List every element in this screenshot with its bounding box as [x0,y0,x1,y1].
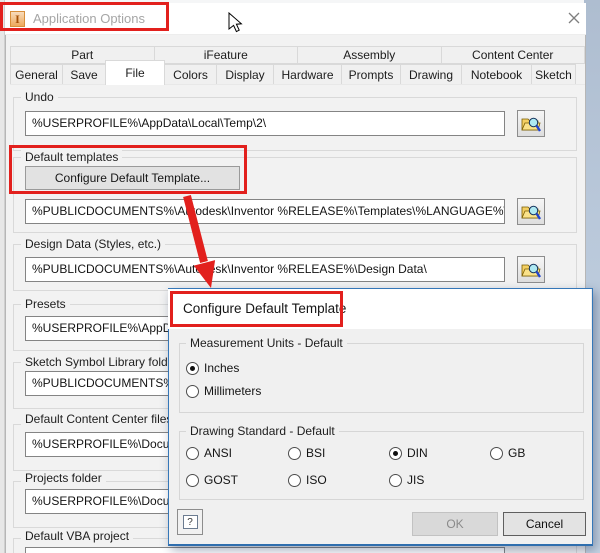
radio-label: JIS [407,473,425,487]
drawing-standard-group [179,431,584,500]
templates-path-field[interactable]: %PUBLICDOCUMENTS%\Autodesk\Inventor %REL… [25,199,505,224]
radio-gost[interactable]: GOST [186,473,238,487]
help-icon: ? [182,515,198,529]
radio-icon [186,473,199,487]
cancel-button[interactable]: Cancel [503,512,586,536]
radio-label: DIN [407,446,428,460]
design-data-label: Design Data (Styles, etc.) [21,237,166,251]
default-vba-label: Default VBA project [21,529,134,543]
radio-icon [389,473,402,487]
radio-label: ISO [306,473,327,487]
tab-ifeature[interactable]: iFeature [153,46,298,64]
undo-browse-button[interactable] [517,110,545,137]
tab-file[interactable]: File [105,60,165,85]
screenshot-stage: I Application Options Part iFeature Asse… [0,0,600,553]
radio-icon [288,446,301,460]
radio-label: ANSI [204,446,233,460]
radio-label: BSI [306,446,326,460]
measurement-units-group [179,343,584,413]
folder-search-icon [521,263,541,278]
tab-general[interactable]: General [10,64,63,85]
mouse-cursor-icon [228,12,243,33]
tab-assembly[interactable]: Assembly [297,46,442,64]
tab-sketch[interactable]: Sketch [531,64,576,85]
tab-drawing[interactable]: Drawing [400,64,462,85]
folder-search-icon [521,205,541,220]
ok-button: OK [412,512,498,536]
radio-ansi[interactable]: ANSI [186,446,232,460]
annotation-box-app-title [0,2,169,31]
tab-row-1: Part iFeature Assembly Content Center [10,46,585,64]
sketch-symbol-label: Sketch Symbol Library folder [21,355,183,369]
undo-group-label: Undo [21,90,58,104]
tab-row-2: General Save File Colors Display Hardwar… [10,60,585,85]
default-vba-path-field[interactable] [25,547,505,553]
radio-din[interactable]: DIN [389,446,428,460]
radio-gb[interactable]: GB [490,446,525,460]
radio-bsi[interactable]: BSI [288,446,325,460]
tab-notebook[interactable]: Notebook [461,64,532,85]
radio-iso[interactable]: ISO [288,473,327,487]
radio-inches[interactable]: Inches [186,361,239,375]
tab-hardware[interactable]: Hardware [273,64,342,85]
tab-content-center[interactable]: Content Center [440,46,585,64]
help-button[interactable]: ? [177,509,203,535]
content-center-label: Default Content Center files [21,412,177,426]
undo-path-field[interactable]: %USERPROFILE%\AppData\Local\Temp\2\ [25,111,505,136]
tab-colors[interactable]: Colors [164,64,217,85]
app-close-icon[interactable] [566,10,582,26]
tab-save[interactable]: Save [62,64,106,85]
radio-label: GB [508,446,526,460]
annotation-box-default-templates [9,145,247,194]
design-data-browse-button[interactable] [517,256,545,283]
drawing-standard-label: Drawing Standard - Default [186,424,339,438]
radio-icon [490,446,503,460]
tab-display[interactable]: Display [216,64,274,85]
design-data-path-field[interactable]: %PUBLICDOCUMENTS%\Autodesk\Inventor %REL… [25,257,505,282]
radio-selected-icon [389,446,402,460]
presets-label: Presets [21,297,70,311]
radio-selected-icon [186,361,199,375]
annotation-arrow [183,195,216,288]
radio-icon [186,446,199,460]
radio-millimeters[interactable]: Millimeters [186,384,261,398]
radio-label: Millimeters [204,384,262,398]
projects-folder-label: Projects folder [21,471,106,485]
radio-icon [288,473,301,487]
radio-label: GOST [204,473,239,487]
radio-icon [186,384,199,398]
radio-label: Inches [204,361,240,375]
tab-prompts[interactable]: Prompts [341,64,401,85]
folder-search-icon [521,117,541,132]
templates-browse-button[interactable] [517,198,545,225]
radio-jis[interactable]: JIS [389,473,424,487]
measurement-units-label: Measurement Units - Default [186,336,347,350]
